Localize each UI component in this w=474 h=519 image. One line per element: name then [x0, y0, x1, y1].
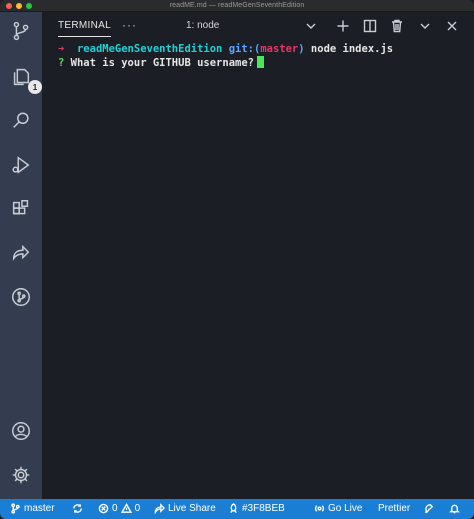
color-label: #3F8BEB [242, 503, 285, 514]
more-actions-icon[interactable]: ··· [122, 18, 137, 32]
prettier-button[interactable]: Prettier [378, 503, 410, 514]
bell-icon [449, 504, 460, 514]
status-bar: master 0 0 Live Share #3F8BEB Go Live Pr… [0, 499, 474, 519]
broadcast-icon [314, 505, 325, 512]
new-terminal-icon[interactable] [336, 19, 350, 33]
prompt-directory: readMeGenSeventhEdition [76, 43, 223, 55]
prompt-line: ➜ readMeGenSeventhEdition git:(master) n… [58, 42, 468, 56]
go-live-label: Go Live [328, 503, 363, 514]
maximize-panel-chevron-icon[interactable] [418, 19, 432, 33]
vscode-window: readME.md — readMeGenSeventhEdition 1 TE… [0, 0, 474, 519]
rocket-icon [230, 503, 237, 514]
git-branch: master [260, 43, 299, 55]
terminal-cursor [256, 56, 264, 68]
terminal-select[interactable]: 1: node [186, 20, 219, 31]
git-graph-icon[interactable] [8, 284, 34, 310]
window-title: readME.md — readMeGenSeventhEdition [169, 2, 305, 9]
panel-header: TERMINAL ··· 1: node [42, 12, 474, 42]
command-text: node index.js [310, 43, 394, 55]
prompt-arrow: ➜ [58, 43, 65, 55]
search-icon[interactable] [8, 108, 34, 134]
explorer-icon[interactable]: 1 [8, 64, 42, 94]
settings-gear-icon[interactable] [8, 462, 34, 488]
error-count: 0 [112, 503, 118, 514]
terminal-output[interactable]: ➜ readMeGenSeventhEdition git:(master) n… [58, 42, 468, 70]
tab-terminal[interactable]: TERMINAL [58, 20, 111, 37]
live-share-icon[interactable] [8, 240, 34, 266]
problems-indicator[interactable]: 0 0 [98, 503, 140, 514]
color-indicator[interactable]: #3F8BEB [228, 503, 285, 514]
notifications-button[interactable] [449, 503, 460, 514]
maximize-window-button[interactable] [26, 3, 32, 9]
error-icon [98, 503, 109, 514]
branch-name: master [24, 503, 55, 514]
window-controls [6, 3, 32, 9]
title-bar: readME.md — readMeGenSeventhEdition [0, 0, 474, 12]
question-text: What is your GITHUB username? [70, 57, 254, 69]
live-share-button[interactable]: Live Share [154, 503, 216, 514]
split-terminal-icon[interactable] [363, 19, 377, 33]
minimize-window-button[interactable] [16, 3, 22, 9]
account-icon[interactable] [8, 418, 34, 444]
close-panel-icon[interactable] [445, 19, 459, 33]
question-mark: ? [58, 57, 65, 69]
sync-icon [73, 504, 82, 513]
trash-icon[interactable] [390, 19, 404, 33]
feedback-icon [424, 504, 434, 514]
live-share-label: Live Share [168, 503, 216, 514]
run-debug-icon[interactable] [8, 152, 34, 178]
live-share-status-icon [154, 503, 165, 514]
question-line: ? What is your GITHUB username? [58, 56, 468, 70]
git-suffix: ) [298, 43, 305, 55]
chevron-down-icon[interactable] [304, 19, 318, 33]
source-control-icon[interactable] [8, 18, 34, 44]
explorer-badge: 1 [28, 80, 42, 94]
sync-button[interactable] [72, 503, 83, 514]
close-window-button[interactable] [6, 3, 12, 9]
feedback-button[interactable] [424, 503, 435, 514]
warning-icon [120, 503, 132, 513]
prettier-label: Prettier [378, 503, 411, 514]
git-prefix: git:( [228, 43, 261, 55]
terminal-panel: TERMINAL ··· 1: node ➜ readMeGenSeventhE… [42, 12, 474, 499]
warning-count: 0 [134, 503, 141, 514]
go-live-button[interactable]: Go Live [314, 503, 362, 514]
status-branch[interactable]: master [10, 503, 55, 514]
extensions-icon[interactable] [8, 196, 34, 222]
activity-bar: 1 [0, 12, 42, 499]
branch-icon [11, 503, 20, 514]
